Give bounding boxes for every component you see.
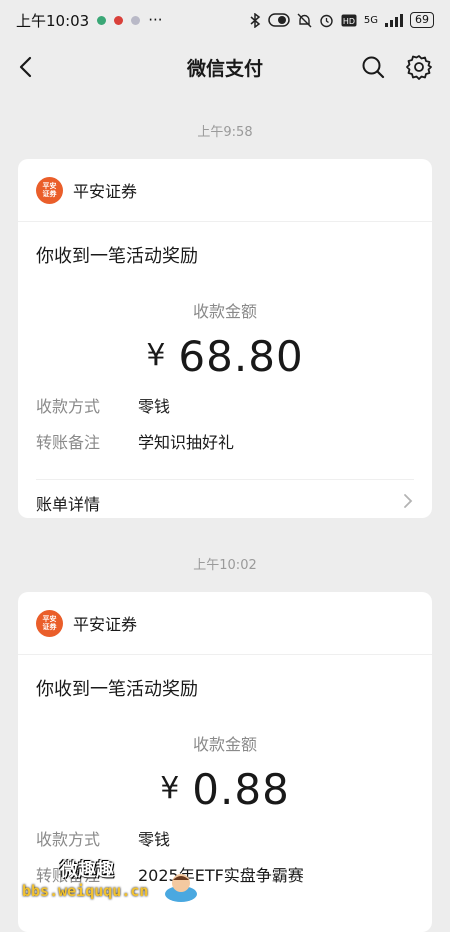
app-notification-icon [114, 15, 124, 25]
message-time: 上午10:02 [193, 558, 257, 573]
message-time: 上午9:58 [197, 125, 253, 140]
amount: ¥68.80 [18, 332, 432, 381]
bill-details-label: 账单详情 [36, 495, 101, 514]
detail-key: 收款方式 [36, 397, 101, 416]
chevron-right-icon [402, 492, 414, 514]
merchant-name: 平安证券 [73, 182, 138, 201]
amount-label: 收款金额 [192, 302, 257, 321]
gear-icon[interactable] [405, 53, 433, 81]
network-type: 5G [363, 14, 378, 26]
amount: ¥0.88 [18, 765, 432, 814]
card-header[interactable]: 平安 证券 平安证券 [18, 159, 432, 222]
payment-card[interactable]: 平安 证券 平安证券 你收到一笔活动奖励 收款金额 ¥68.80 收款方式 零钱 … [18, 159, 432, 518]
watermark-url: bbs.weiququ.cn [22, 882, 149, 900]
detail-row: 转账备注 学知识抽好礼 [18, 423, 432, 459]
watermark: 微趣趣 bbs.weiququ.cn [8, 842, 233, 920]
detail-row: 收款方式 零钱 [18, 387, 432, 423]
signal-icon [385, 13, 403, 27]
status-time: 上午10:03 [16, 11, 90, 30]
card-title: 你收到一笔活动奖励 [36, 679, 198, 700]
more-notifications-icon: ··· [148, 11, 163, 29]
app-notification-icon [97, 15, 107, 25]
search-icon[interactable] [360, 54, 386, 80]
svg-text:HD: HD [343, 17, 355, 26]
card-header[interactable]: 平安 证券 平安证券 [18, 592, 432, 655]
amount-value: 68.80 [178, 332, 304, 381]
bluetooth-icon [249, 12, 261, 28]
amount-value: 0.88 [192, 765, 290, 814]
pingan-logo-icon: 平安 证券 [36, 609, 63, 637]
status-bar: 上午10:03 ··· HD 5G 69 [0, 0, 450, 40]
watermark-text: 微趣趣 [60, 860, 114, 881]
merchant-name: 平安证券 [73, 615, 138, 634]
mute-bell-icon [297, 13, 312, 28]
back-icon[interactable] [14, 54, 40, 80]
app-notification-icon [131, 15, 141, 25]
amount-label: 收款金额 [192, 735, 257, 754]
currency-symbol: ¥ [146, 338, 167, 373]
alarm-icon [319, 13, 334, 28]
bill-details-link[interactable]: 账单详情 [36, 479, 414, 526]
pingan-logo-icon: 平安 证券 [36, 176, 63, 204]
battery-icon: 69 [410, 12, 434, 28]
page-title: 微信支付 [186, 57, 263, 80]
hd-icon: HD [341, 14, 357, 27]
detail-value: 零钱 [138, 397, 171, 416]
mascot-icon [163, 870, 199, 908]
toggle-icon [268, 13, 290, 27]
detail-value: 学知识抽好礼 [138, 433, 235, 452]
nav-bar: 微信支付 [0, 40, 450, 94]
detail-key: 转账备注 [36, 433, 101, 452]
card-title: 你收到一笔活动奖励 [36, 246, 198, 267]
currency-symbol: ¥ [160, 771, 181, 806]
